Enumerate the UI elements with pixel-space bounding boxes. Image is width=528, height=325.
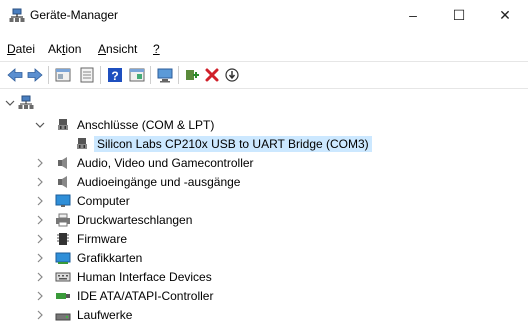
add-driver-icon[interactable]: [183, 66, 201, 84]
toolbar-separator: [178, 66, 179, 84]
chevron-right-icon[interactable]: [35, 214, 45, 226]
disable-icon[interactable]: [223, 66, 241, 84]
forward-arrow-icon[interactable]: [26, 66, 44, 84]
ide-controller-icon: [55, 288, 71, 304]
tree-item-label: Computer: [77, 194, 130, 208]
minimize-button[interactable]: –: [390, 0, 436, 30]
tree-item-label: Druckwarteschlangen: [77, 213, 193, 227]
chevron-right-icon[interactable]: [35, 195, 45, 207]
tree-item-computer[interactable]: Computer: [0, 192, 400, 211]
scan-hardware-icon[interactable]: [156, 66, 174, 84]
chevron-right-icon[interactable]: [35, 309, 45, 321]
tree-item-print-queues[interactable]: Druckwarteschlangen: [0, 211, 400, 230]
toolbar-separator: [150, 66, 151, 84]
chevron-down-icon[interactable]: [5, 97, 15, 109]
tree-item-label: Human Interface Devices: [77, 270, 212, 284]
uninstall-icon[interactable]: [203, 66, 221, 84]
monitor-icon: [55, 193, 71, 209]
tree-item-label: Audio, Video und Gamecontroller: [77, 156, 254, 170]
chevron-right-icon[interactable]: [35, 157, 45, 169]
drive-icon: [55, 307, 71, 323]
graphics-card-icon: [55, 250, 71, 266]
tree-item-ports[interactable]: Anschlüsse (COM & LPT): [0, 116, 400, 135]
chevron-down-icon[interactable]: [35, 119, 45, 131]
update-driver-icon[interactable]: [78, 66, 96, 84]
menu-help[interactable]: ?: [153, 42, 160, 56]
keyboard-icon: [55, 269, 71, 285]
view-icon[interactable]: [128, 66, 146, 84]
window-title: Geräte-Manager: [30, 8, 119, 22]
speaker-icon: [55, 174, 71, 190]
speaker-icon: [55, 155, 71, 171]
help-icon[interactable]: ?: [106, 66, 124, 84]
menu-bar: Datei Aktion Ansicht ?: [0, 38, 528, 58]
menu-ansicht[interactable]: Ansicht: [98, 42, 137, 56]
menu-datei[interactable]: Datei: [7, 42, 35, 56]
maximize-button[interactable]: ☐: [436, 0, 482, 30]
chevron-right-icon[interactable]: [35, 252, 45, 264]
tree-item-hid[interactable]: Human Interface Devices: [0, 268, 400, 287]
port-icon: [55, 117, 71, 133]
tree-item-ide[interactable]: IDE ATA/ATAPI-Controller: [0, 287, 400, 306]
chevron-right-icon[interactable]: [35, 176, 45, 188]
port-icon: [74, 136, 90, 152]
computer-root-icon: [18, 95, 34, 111]
back-arrow-icon[interactable]: [6, 66, 24, 84]
tree-item-label: Firmware: [77, 232, 127, 246]
chip-icon: [55, 231, 71, 247]
tree-item-cp210x[interactable]: Silicon Labs CP210x USB to UART Bridge (…: [0, 135, 420, 154]
toolbar-separator: [100, 66, 101, 84]
device-manager-icon: [9, 8, 25, 23]
tree-item-label: Audioeingänge und -ausgänge: [77, 175, 241, 189]
svg-text:?: ?: [111, 69, 118, 83]
chevron-right-icon[interactable]: [35, 271, 45, 283]
tree-item-graphics[interactable]: Grafikkarten: [0, 249, 400, 268]
title-bar: Geräte-Manager – ☐ ✕: [0, 0, 528, 30]
tree-item-drives[interactable]: Laufwerke: [0, 306, 400, 325]
toolbar-separator: [48, 66, 49, 84]
properties-icon[interactable]: [54, 66, 72, 84]
tree-item-audio-io[interactable]: Audioeingänge und -ausgänge: [0, 173, 400, 192]
device-tree: Anschlüsse (COM & LPT) Silicon Labs CP21…: [0, 88, 528, 323]
chevron-right-icon[interactable]: [35, 233, 45, 245]
tree-item-label: Anschlüsse (COM & LPT): [77, 118, 215, 132]
tree-item-label: Grafikkarten: [77, 251, 143, 265]
tree-item-audio-video[interactable]: Audio, Video und Gamecontroller: [0, 154, 400, 173]
tree-item-label: IDE ATA/ATAPI-Controller: [77, 289, 214, 303]
tree-item-firmware[interactable]: Firmware: [0, 230, 400, 249]
tree-item-label: Silicon Labs CP210x USB to UART Bridge (…: [94, 136, 372, 152]
tree-item-label: Laufwerke: [77, 308, 133, 322]
tree-root[interactable]: [0, 94, 200, 113]
close-button[interactable]: ✕: [482, 0, 528, 30]
menu-aktion[interactable]: Aktion: [48, 42, 81, 56]
chevron-right-icon[interactable]: [35, 290, 45, 302]
printer-icon: [55, 212, 71, 228]
toolbar: ?: [0, 61, 528, 89]
